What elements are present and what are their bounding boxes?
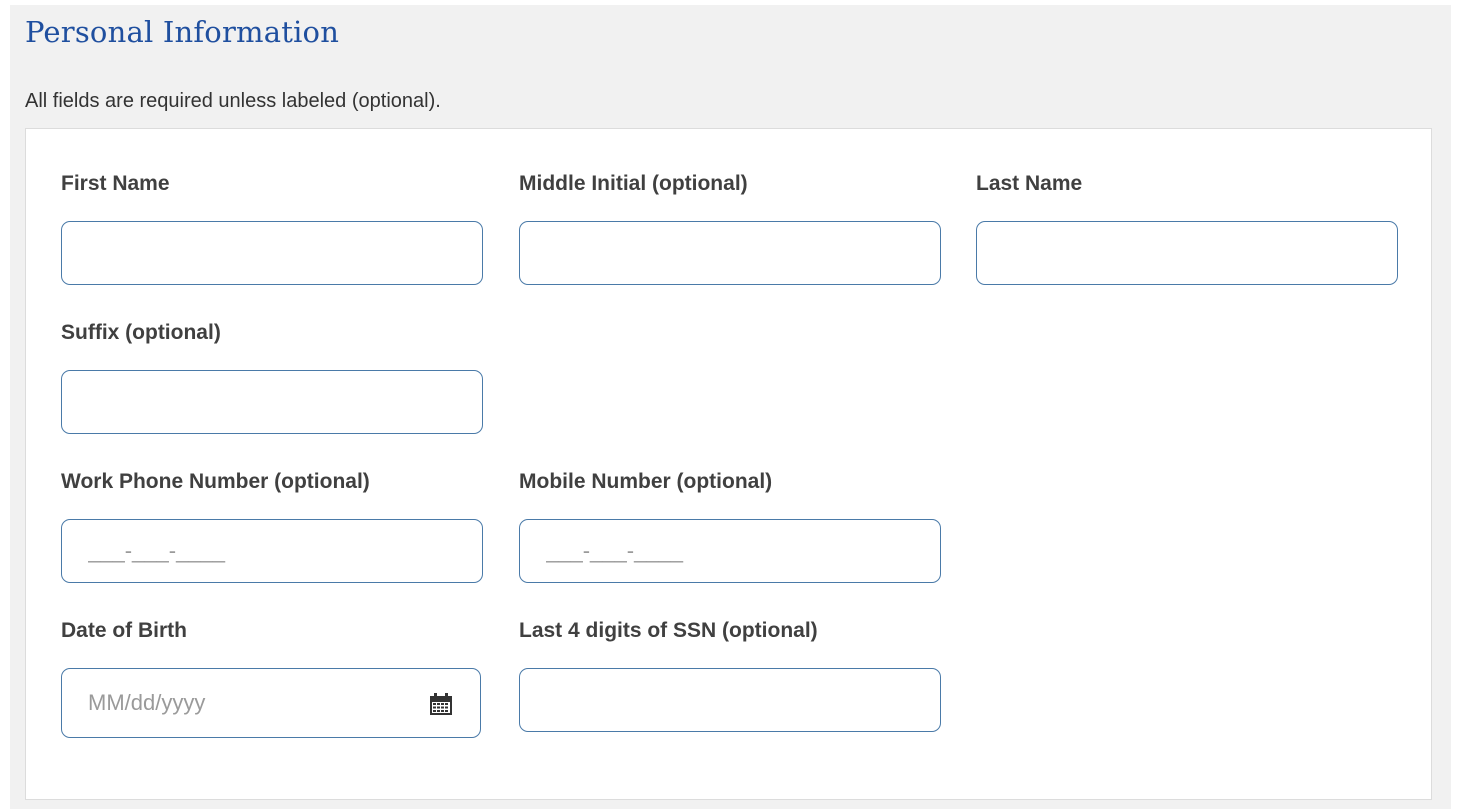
mobile-number-input[interactable] bbox=[519, 519, 941, 583]
date-of-birth-label: Date of Birth bbox=[61, 619, 187, 642]
mobile-number-label: Mobile Number (optional) bbox=[519, 470, 773, 493]
required-fields-hint: All fields are required unless labeled (… bbox=[25, 90, 441, 112]
ssn-last4-input[interactable] bbox=[519, 668, 941, 732]
ssn-last4-label: Last 4 digits of SSN (optional) bbox=[519, 619, 818, 642]
suffix-input[interactable] bbox=[61, 370, 483, 434]
last-name-label: Last Name bbox=[976, 172, 1083, 195]
middle-initial-input[interactable] bbox=[519, 221, 941, 285]
calendar-icon[interactable] bbox=[428, 691, 454, 717]
form-card: First Name Middle Initial (optional) Las… bbox=[25, 128, 1432, 800]
middle-initial-label: Middle Initial (optional) bbox=[519, 172, 748, 195]
first-name-input[interactable] bbox=[61, 221, 483, 285]
date-of-birth-field bbox=[61, 668, 481, 738]
work-phone-label: Work Phone Number (optional) bbox=[61, 470, 370, 493]
section-title: Personal Information bbox=[25, 15, 340, 49]
suffix-label: Suffix (optional) bbox=[61, 321, 221, 344]
date-of-birth-input[interactable] bbox=[62, 669, 402, 737]
personal-information-section: Personal Information All fields are requ… bbox=[10, 5, 1451, 809]
last-name-input[interactable] bbox=[976, 221, 1398, 285]
first-name-label: First Name bbox=[61, 172, 170, 195]
work-phone-input[interactable] bbox=[61, 519, 483, 583]
